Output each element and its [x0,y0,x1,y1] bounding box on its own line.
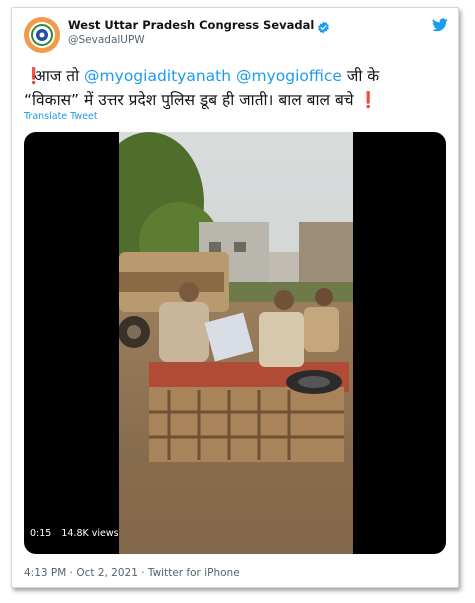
mention-link-myogioffice[interactable]: @myogioffice [236,67,342,85]
tweet-text-part: आज तो [34,67,85,85]
tweet-timestamp[interactable]: 4:13 PM · Oct 2, 2021 · Twitter for iPho… [24,567,240,579]
translate-tweet-link[interactable]: Translate Tweet [24,111,98,122]
tweet-text: ❗आज तो @myogiadityanath @myogioffice जी … [24,64,444,112]
exclamation-icon: ❗ [358,91,378,109]
video-views: 14.8K views [61,528,119,539]
author-display-name[interactable]: West Uttar Pradesh Congress Sevadal [68,18,314,32]
tweet-card: West Uttar Pradesh Congress Sevadal @Sev… [11,7,459,588]
video-frame [119,132,353,554]
avatar[interactable] [24,17,60,53]
author-handle[interactable]: @SevadalUPW [68,34,145,46]
video-player[interactable]: 0:15 14.8K views [24,132,446,554]
author-row: West Uttar Pradesh Congress Sevadal [68,18,330,33]
tweet-text-part: “विकास” में उत्तर प्रदेश पुलिस डूब ही जा… [24,91,359,109]
twitter-bird-icon[interactable] [432,17,448,32]
mention-link-myogiadityanath[interactable]: @myogiadityanath [84,67,231,85]
video-time: 0:15 [30,528,52,539]
exclamation-icon: ❗ [24,67,44,85]
verified-icon [317,19,330,33]
tweet-text-part: जी के [341,67,380,85]
video-meta: 0:15 14.8K views [30,528,119,539]
